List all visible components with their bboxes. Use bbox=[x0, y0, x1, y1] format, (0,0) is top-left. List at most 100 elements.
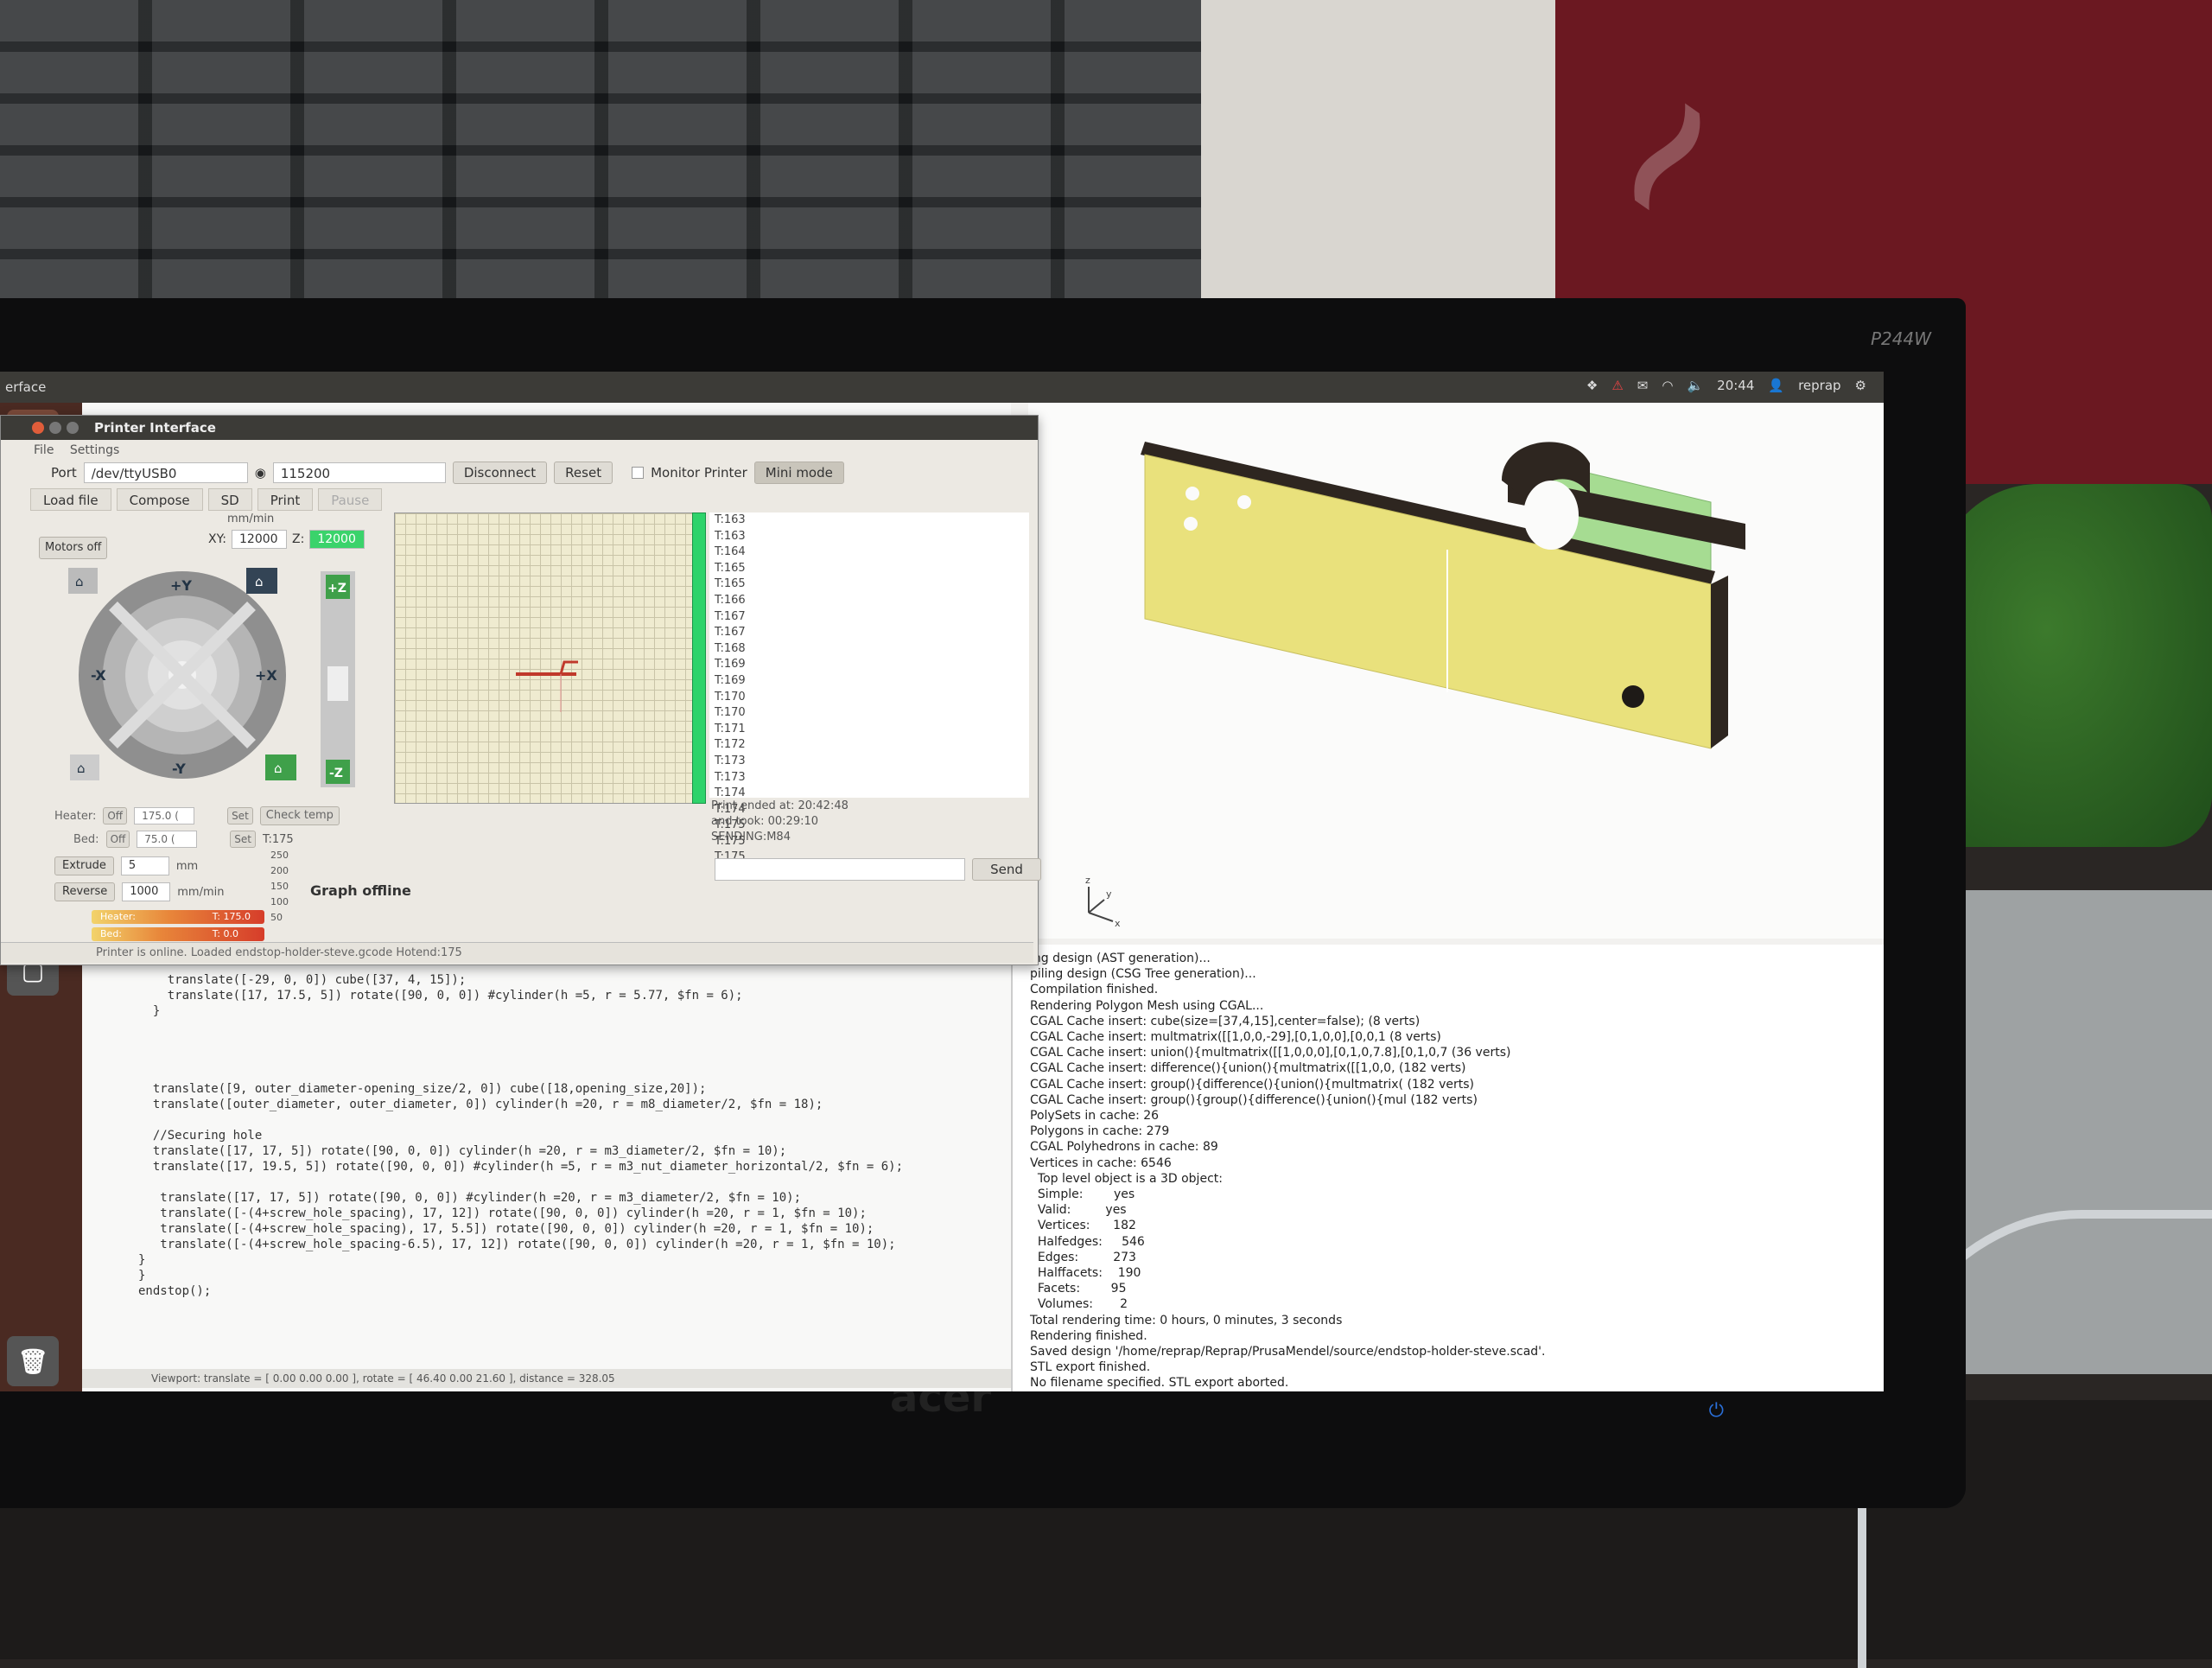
console-line: Compilation finished. bbox=[1030, 983, 1159, 997]
home-all-icon: ⌂ bbox=[77, 761, 86, 776]
code-line[interactable]: } bbox=[138, 1268, 1002, 1283]
code-line[interactable] bbox=[138, 1066, 1002, 1081]
code-line[interactable]: translate([-(4+screw_hole_spacing), 17, … bbox=[138, 1206, 1002, 1221]
menu-settings[interactable]: Settings bbox=[70, 443, 119, 457]
3d-viewer[interactable]: z y x bbox=[1028, 403, 1884, 939]
xy-label: XY: bbox=[208, 532, 226, 546]
print-preview-grid[interactable] bbox=[394, 512, 698, 804]
compose-button[interactable]: Compose bbox=[116, 488, 203, 511]
dropbox-icon[interactable]: ❖ bbox=[1586, 378, 1598, 393]
code-line[interactable]: translate([-(4+screw_hole_spacing-6.5), … bbox=[138, 1237, 1002, 1252]
code-line[interactable]: translate([17, 17, 5]) rotate([90, 0, 0]… bbox=[138, 1190, 1002, 1206]
alert-icon[interactable]: ⚠ bbox=[1611, 378, 1623, 393]
axis-x-label: x bbox=[1115, 918, 1121, 929]
close-icon[interactable] bbox=[32, 422, 44, 434]
code-line[interactable]: translate([17, 17, 5]) rotate([90, 0, 0]… bbox=[138, 1143, 1002, 1159]
code-line[interactable]: } bbox=[138, 1003, 1002, 1019]
log-line: T:169 bbox=[715, 673, 746, 687]
command-input[interactable] bbox=[715, 858, 965, 881]
console-line: Top level object is a 3D object: bbox=[1030, 1171, 1223, 1186]
log-line: T:165 bbox=[715, 577, 746, 591]
connection-row: Port /dev/ttyUSB0 ◉ 115200 Disconnect Re… bbox=[30, 461, 844, 485]
gear-icon[interactable]: ⚙ bbox=[1855, 378, 1866, 393]
scale-tick: 150 bbox=[270, 881, 289, 892]
code-line[interactable] bbox=[138, 1175, 1002, 1190]
power-icon[interactable]: ⏻ bbox=[1709, 1400, 1724, 1422]
z-feed-input[interactable]: 12000 bbox=[309, 530, 365, 549]
sd-button[interactable]: SD bbox=[207, 488, 252, 511]
print-duration-text: and took: 00:29:10 bbox=[711, 815, 819, 828]
log-line: T:170 bbox=[715, 690, 746, 703]
print-button[interactable]: Print bbox=[257, 488, 314, 511]
axis-z-label: z bbox=[1085, 875, 1090, 886]
code-line[interactable] bbox=[138, 1112, 1002, 1128]
heater-set-button[interactable]: Set bbox=[227, 807, 253, 824]
code-line[interactable]: endstop(); bbox=[138, 1283, 1002, 1299]
reverse-row: Reverse 1000 mm/min bbox=[54, 882, 225, 901]
code-line[interactable] bbox=[138, 1019, 1002, 1035]
layer-progress-bar bbox=[692, 512, 706, 804]
code-line[interactable]: } bbox=[138, 1252, 1002, 1268]
disconnect-button[interactable]: Disconnect bbox=[452, 462, 548, 484]
console-line: Vertices: 182 bbox=[1030, 1219, 1136, 1233]
reverse-feed-input[interactable]: 1000 bbox=[122, 882, 171, 901]
heater-gauge-value: T: 175.0 bbox=[212, 911, 251, 922]
poster-logo: ~ bbox=[1537, 35, 1788, 271]
check-temp-button[interactable]: Check temp bbox=[259, 806, 340, 825]
launcher-trash-icon[interactable]: 🗑 bbox=[7, 1336, 59, 1386]
log-line: T:170 bbox=[715, 706, 746, 720]
xy-feed-input[interactable]: 12000 bbox=[232, 530, 287, 549]
wifi-icon[interactable]: ◠ bbox=[1662, 378, 1673, 393]
feed-unit-label: mm/min bbox=[227, 512, 275, 525]
jog-control[interactable]: +Y -Y +X -X ⌂ ⌂ ⌂ ⌂ +Z -Z bbox=[61, 563, 390, 796]
minimize-icon[interactable] bbox=[49, 422, 61, 434]
load-file-button[interactable]: Load file bbox=[30, 488, 111, 511]
send-row: Send bbox=[715, 858, 1041, 881]
bed-set-button[interactable]: Set bbox=[230, 831, 256, 848]
extrude-button[interactable]: Extrude bbox=[54, 856, 114, 875]
mini-mode-button[interactable]: Mini mode bbox=[753, 462, 844, 484]
user-name[interactable]: reprap bbox=[1798, 378, 1840, 393]
heater-temp-select[interactable]: 175.0 ( bbox=[134, 807, 195, 824]
mail-icon[interactable]: ✉ bbox=[1637, 378, 1649, 393]
send-button[interactable]: Send bbox=[972, 858, 1041, 881]
baud-select[interactable]: 115200 bbox=[272, 462, 446, 483]
clock[interactable]: 20:44 bbox=[1717, 378, 1754, 393]
sending-text: SENDING:M84 bbox=[711, 831, 791, 844]
reverse-button[interactable]: Reverse bbox=[54, 882, 116, 901]
extrude-amount-input[interactable]: 5 bbox=[120, 856, 169, 875]
code-line[interactable] bbox=[138, 1050, 1002, 1066]
bed-gauge-label: Bed: bbox=[100, 928, 123, 939]
menu-file[interactable]: File bbox=[34, 443, 54, 457]
code-line[interactable]: translate([17, 19.5, 5]) rotate([90, 0, … bbox=[138, 1159, 1002, 1175]
code-line[interactable]: translate([-(4+screw_hole_spacing), 17, … bbox=[138, 1221, 1002, 1237]
user-icon: 👤 bbox=[1768, 378, 1785, 393]
pause-button[interactable]: Pause bbox=[318, 488, 383, 511]
motors-off-button[interactable]: Motors off bbox=[39, 537, 108, 559]
console-line: Halfedges: 546 bbox=[1030, 1234, 1145, 1249]
console-line: STL export finished. bbox=[1030, 1360, 1151, 1375]
code-line[interactable]: translate([-29, 0, 0]) cube([37, 4, 15])… bbox=[138, 972, 1002, 988]
reset-button[interactable]: Reset bbox=[554, 462, 613, 484]
bed-temp-select[interactable]: 75.0 ( bbox=[137, 831, 198, 848]
console-line: CGAL Cache insert: difference(){union(){… bbox=[1030, 1061, 1466, 1076]
heater-off-button[interactable]: Off bbox=[103, 807, 128, 824]
system-tray: ❖ ⚠ ✉ ◠ 🔈 20:44 👤 reprap ⚙ bbox=[1586, 378, 1866, 393]
printer-log[interactable]: T:163 T:163 T:164 T:165 T:165 T:166 T:167 T:167… bbox=[709, 512, 1029, 863]
maximize-icon[interactable] bbox=[67, 422, 79, 434]
code-editor[interactable]: translate([-29, 0, 0]) cube([37, 4, 15])… bbox=[138, 972, 1002, 1299]
port-select[interactable]: /dev/ttyUSB0 bbox=[83, 462, 248, 483]
code-line[interactable]: //Securing hole bbox=[138, 1128, 1002, 1143]
bed-off-button[interactable]: Off bbox=[105, 831, 130, 848]
monitor-printer-checkbox[interactable] bbox=[632, 467, 645, 479]
code-line[interactable]: translate([9, outer_diameter-opening_siz… bbox=[138, 1081, 1002, 1097]
top-panel: erface ❖ ⚠ ✉ ◠ 🔈 20:44 👤 reprap ⚙ bbox=[0, 372, 1884, 403]
code-line[interactable]: translate([outer_diameter, outer_diamete… bbox=[138, 1097, 1002, 1112]
console-line: No filename specified. STL export aborte… bbox=[1030, 1376, 1289, 1391]
code-line[interactable]: translate([17, 17.5, 5]) rotate([90, 0, … bbox=[138, 988, 1002, 1003]
pronterface-titlebar[interactable]: Printer Interface bbox=[1, 416, 1038, 440]
console-output[interactable]: ing design (AST generation)... piling des… bbox=[1011, 945, 1884, 1391]
code-line[interactable] bbox=[138, 1035, 1002, 1050]
z-step-button[interactable] bbox=[327, 666, 348, 701]
volume-icon[interactable]: 🔈 bbox=[1687, 378, 1703, 393]
